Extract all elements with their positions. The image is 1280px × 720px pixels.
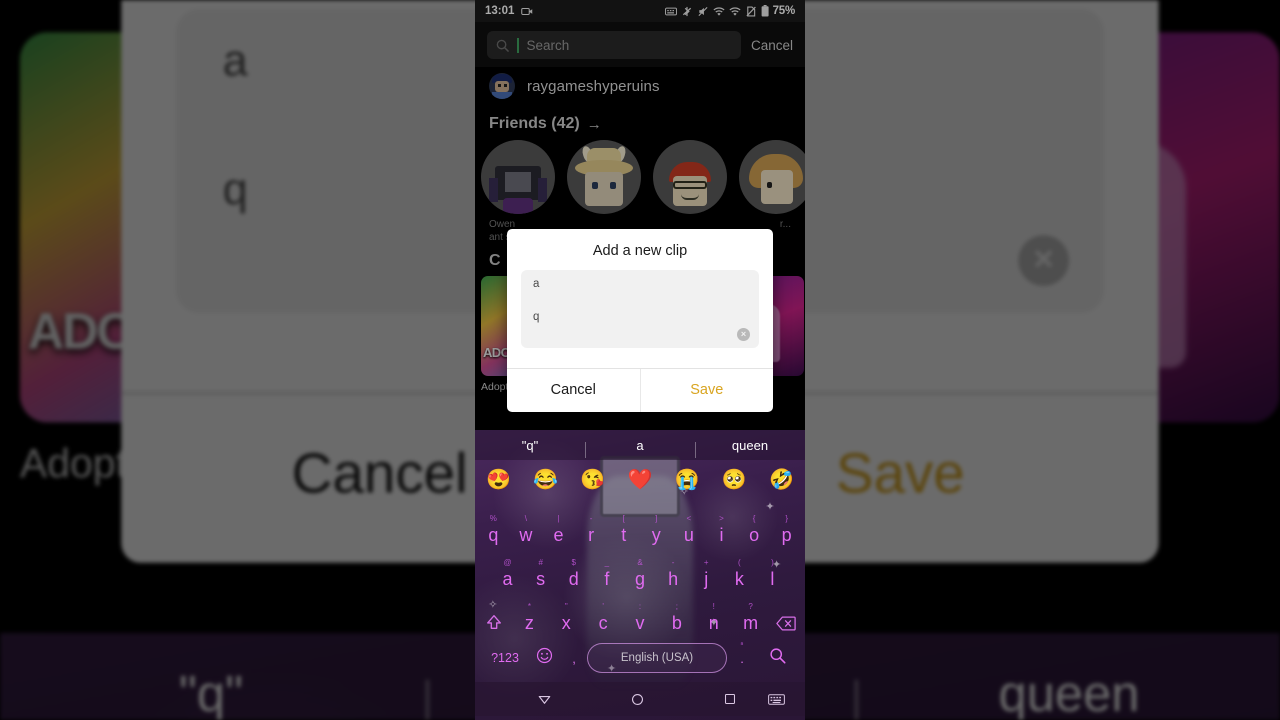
clear-text-icon[interactable]: × <box>737 328 750 341</box>
suggestion-bar: "q" a queen <box>475 430 805 460</box>
key-m[interactable]: ? m <box>732 601 769 634</box>
clip-text-input[interactable]: a q × <box>521 270 759 348</box>
key-n[interactable]: ! n <box>695 601 732 634</box>
shift-icon[interactable] <box>477 613 511 634</box>
key-k[interactable]: (k <box>723 557 756 590</box>
key-h[interactable]: -h <box>657 557 690 590</box>
key-f[interactable]: _ f <box>590 557 623 590</box>
space-language-label: English (USA) <box>620 652 694 664</box>
phone-viewport: 13:01 75% Search Cancel raygameshyperuin… <box>475 0 805 720</box>
symbols-key[interactable]: ?123 <box>483 651 527 665</box>
period-key[interactable]: ⁿ . <box>727 640 757 666</box>
system-nav-bar <box>475 682 805 716</box>
key-z[interactable]: * z <box>511 601 548 634</box>
key-y[interactable]: ] y <box>640 513 673 546</box>
key-g[interactable]: & g <box>623 557 656 590</box>
key-q[interactable]: % q <box>477 513 510 546</box>
keyboard-row-1: % q \ w | e -r [t ] y < u > i {o } p <box>477 502 803 546</box>
emoji-key-icon[interactable] <box>527 647 561 669</box>
search-key-icon[interactable] <box>757 647 797 669</box>
keyboard-rows: % q \ w | e -r [t ] y < u > i {o } p @ a # s $ d _… <box>475 500 805 682</box>
key-t[interactable]: [t <box>607 513 640 546</box>
save-button[interactable]: Save <box>641 369 774 412</box>
clip-text-line: q <box>533 310 540 323</box>
key-x[interactable]: " x <box>548 601 585 634</box>
emoji-kiss-icon[interactable]: 😘 <box>569 470 616 490</box>
key-j[interactable]: + j <box>690 557 723 590</box>
key-o[interactable]: {o <box>738 513 771 546</box>
space-key[interactable]: English (USA) <box>587 643 727 673</box>
suggestion-item[interactable]: "q" <box>475 438 585 453</box>
key-e[interactable]: | e <box>542 513 575 546</box>
key-v[interactable]: :v <box>622 601 659 634</box>
cancel-button[interactable]: Cancel <box>507 369 641 412</box>
emoji-heart-eyes-icon[interactable]: 😍 <box>475 470 522 490</box>
key-l[interactable]: ) l <box>756 557 789 590</box>
dialog-actions: Cancel Save <box>507 368 773 412</box>
key-i[interactable]: > i <box>705 513 738 546</box>
dialog-title: Add a new clip <box>592 243 688 259</box>
key-u[interactable]: < u <box>673 513 706 546</box>
emoji-rofl-icon[interactable]: 🤣 <box>758 470 805 490</box>
recents-square-icon[interactable] <box>707 692 753 706</box>
comma-key[interactable]: , <box>561 651 587 666</box>
key-p[interactable]: } p <box>770 513 803 546</box>
emoji-suggestion-row: 😍 😂 😘 ❤️ 😭 🥺 🤣 <box>475 460 805 500</box>
key-b[interactable]: ; b <box>658 601 695 634</box>
screenshot-root: 13:01 75% Search Cancel raygameshyperuin… <box>0 0 1280 720</box>
suggestion-item[interactable]: queen <box>695 438 805 458</box>
key-d[interactable]: $ d <box>557 557 590 590</box>
keyboard-toggle-icon[interactable] <box>753 693 799 706</box>
home-circle-icon[interactable] <box>614 692 660 707</box>
key-r[interactable]: -r <box>575 513 608 546</box>
key-w[interactable]: \ w <box>510 513 543 546</box>
emoji-joy-icon[interactable]: 😂 <box>522 470 569 490</box>
emoji-red-heart-icon[interactable]: ❤️ <box>616 470 663 490</box>
add-clip-dialog: Add a new clip a q × Cancel Save <box>507 229 773 412</box>
emoji-sob-icon[interactable]: 😭 <box>664 470 711 490</box>
period-superscript: ⁿ <box>740 639 744 649</box>
on-screen-keyboard: ✦ ✦ ✧ ✦ ✧ ✦ ✦ "q" a queen 😍 😂 😘 ❤️ 😭 🥺 🤣 <box>475 430 805 720</box>
back-triangle-icon[interactable] <box>522 692 568 707</box>
keyboard-row-2: @ a # s $ d _ f & g -h + j (k ) l <box>477 546 803 590</box>
emoji-pleading-icon[interactable]: 🥺 <box>711 470 758 490</box>
key-s[interactable]: # s <box>524 557 557 590</box>
key-c[interactable]: ' c <box>585 601 622 634</box>
backspace-icon[interactable] <box>769 616 803 634</box>
keyboard-row-4: ?123 , English (USA) ⁿ . <box>477 634 803 682</box>
clip-text-line: a <box>533 278 540 290</box>
suggestion-item[interactable]: a <box>585 438 695 458</box>
key-a[interactable]: @ a <box>491 557 524 590</box>
keyboard-row-3: * z " x ' c :v ; b ! n ? m <box>477 590 803 634</box>
